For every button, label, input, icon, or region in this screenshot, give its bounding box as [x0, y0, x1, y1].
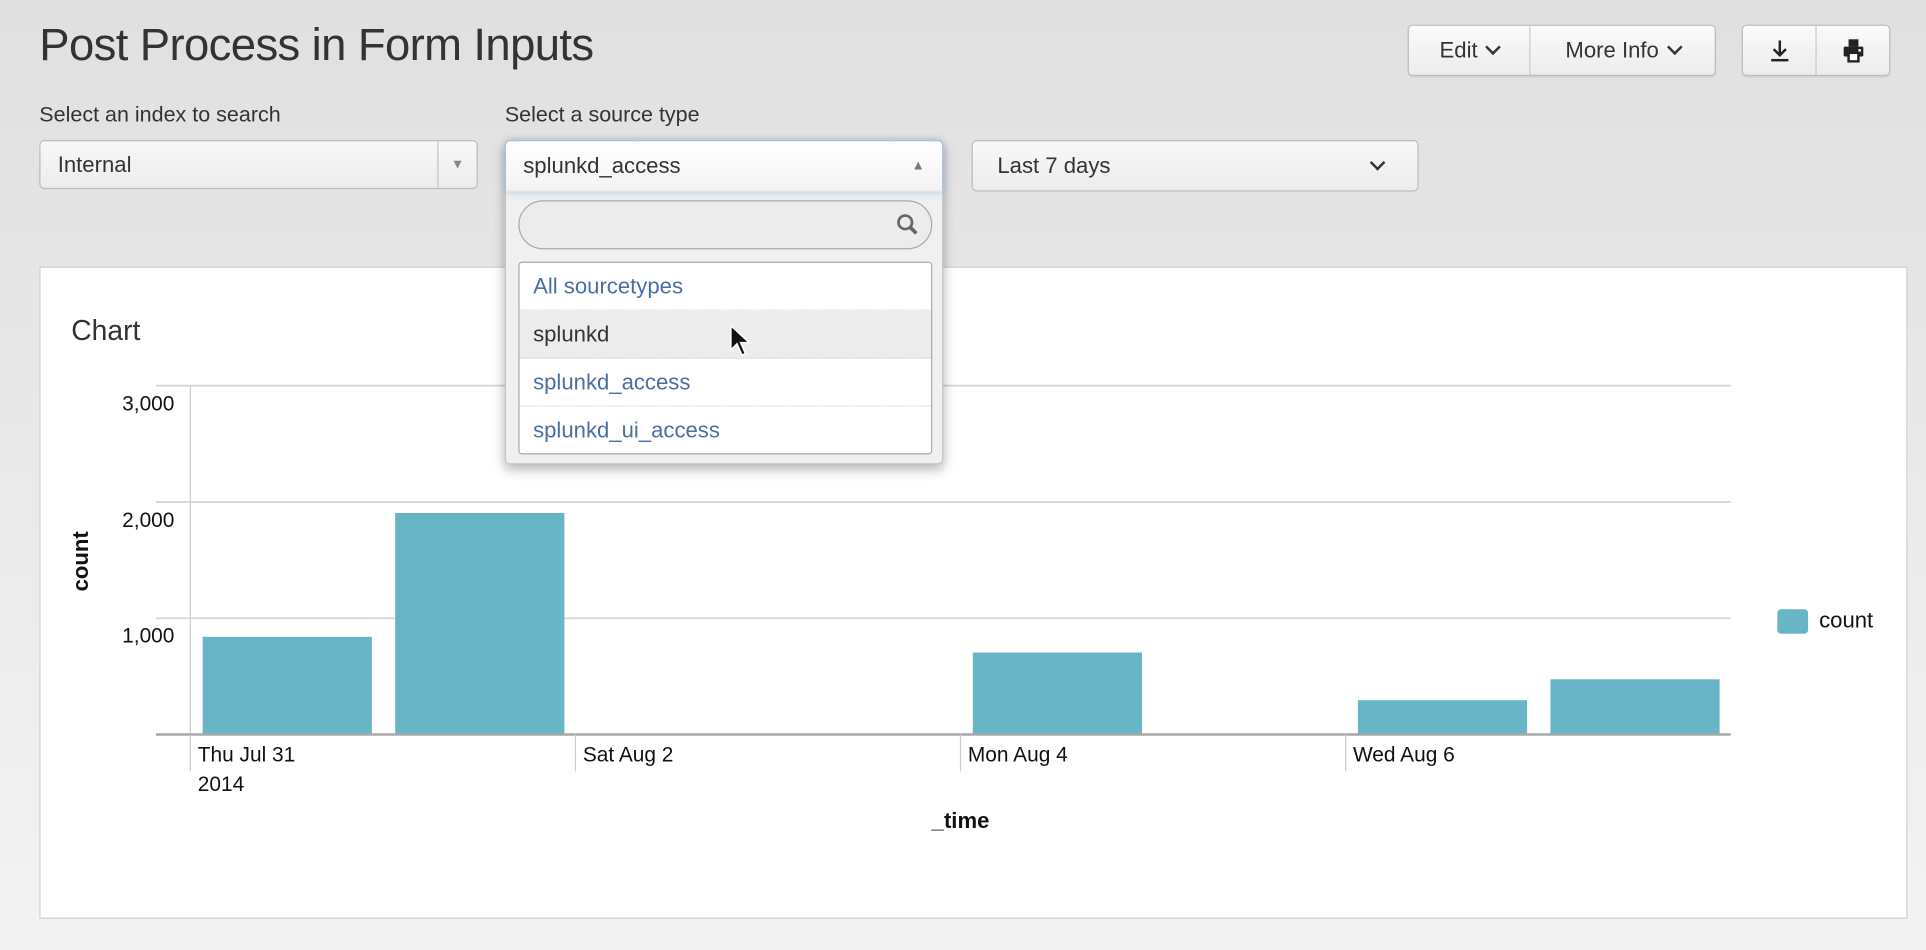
x-tick-text: Mon Aug 4 [967, 743, 1068, 767]
bar[interactable] [1550, 679, 1720, 735]
bar[interactable] [395, 513, 565, 735]
x-tick-text: Thu Jul 31 [197, 743, 296, 767]
x-tick-label: Wed Aug 6 [1353, 741, 1455, 770]
option-splunkd-access[interactable]: splunkd_access [519, 359, 932, 407]
option-splunkd-ui-access[interactable]: splunkd_ui_access [520, 407, 931, 454]
legend-swatch [1777, 609, 1809, 634]
sourcetype-options: All sourcetypes splunkd splunkd_access s… [518, 261, 933, 455]
sourcetype-dropdown: splunkd_access ▲ All sourcetypes splunkd… [504, 140, 944, 465]
sourcetype-value: splunkd_access [523, 152, 681, 178]
bar[interactable] [202, 636, 372, 735]
sourcetype-search-input[interactable] [518, 200, 933, 250]
x-tick-label: Mon Aug 4 [968, 741, 1068, 770]
mouse-cursor-icon [730, 324, 752, 356]
y-tick-label: 1,000 [122, 624, 175, 648]
x-tick-year: 2014 [197, 772, 245, 796]
x-tick-text: Sat Aug 2 [582, 743, 674, 767]
bar[interactable] [972, 652, 1143, 735]
y-tick-label: 3,000 [122, 391, 175, 416]
search-icon [897, 214, 918, 235]
x-tick-label: Thu Jul 31 2014 [198, 741, 296, 800]
x-tick-text: Wed Aug 6 [1352, 743, 1455, 767]
sourcetype-select[interactable]: splunkd_access ▲ [506, 141, 943, 192]
x-tick-label: Sat Aug 2 [583, 741, 674, 770]
bar-chart [155, 384, 1731, 772]
y-tick-label: 2,000 [122, 508, 175, 532]
x-axis-title: _time [931, 808, 990, 833]
option-splunkd[interactable]: splunkd [519, 310, 932, 359]
dashboard: Post Process in Form Inputs Edit More In… [0, 0, 1926, 949]
y-axis-title: count [68, 531, 93, 592]
legend-label[interactable]: count [1819, 608, 1873, 634]
option-all-sourcetypes[interactable]: All sourcetypes [519, 263, 932, 311]
bar[interactable] [1357, 700, 1528, 735]
caret-up-icon: ▲ [911, 158, 925, 174]
